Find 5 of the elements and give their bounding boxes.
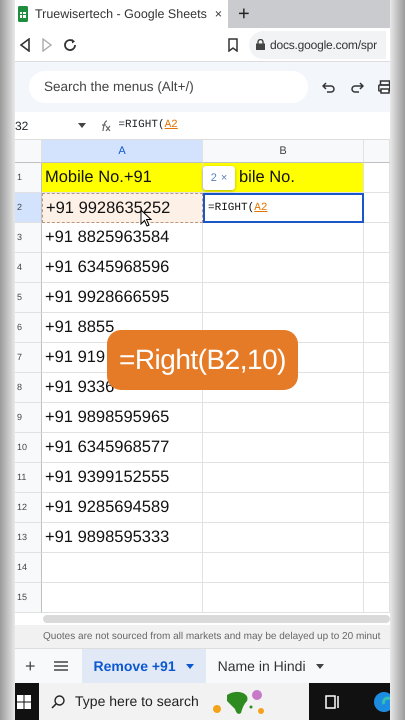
- url-text: docs.google.com/spr: [270, 36, 377, 54]
- tooltip-text: 2: [210, 170, 217, 186]
- notice-text: Quotes are not sourced from all markets and may be delayed up to 20 minut: [15, 625, 390, 648]
- search-placeholder: Type here to search: [75, 692, 199, 711]
- tab-title: Truewisertech - Google Sheets: [35, 6, 208, 23]
